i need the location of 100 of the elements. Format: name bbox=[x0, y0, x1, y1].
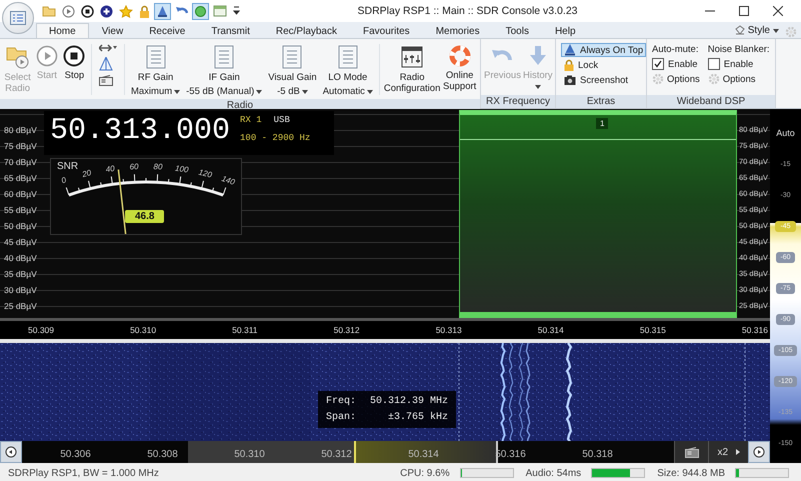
axis-label: 50.312 bbox=[320, 448, 353, 462]
tooltip-value: 50.312.39 MHz bbox=[370, 396, 448, 407]
axis-label: 50.318 bbox=[581, 448, 614, 462]
list-icon bbox=[281, 45, 304, 69]
ribbon-tab[interactable]: Transmit bbox=[198, 23, 263, 38]
lifebuoy-icon bbox=[448, 45, 471, 67]
window-icon bbox=[213, 5, 227, 17]
ribbon-tab[interactable]: Home bbox=[36, 23, 89, 38]
ribbon-tab[interactable]: Favourites bbox=[350, 23, 423, 38]
axis-label: 25 dBµV bbox=[4, 300, 38, 313]
gear-icon bbox=[708, 73, 720, 85]
check-icon bbox=[654, 60, 662, 68]
caret-icon bbox=[233, 5, 240, 17]
play-icon bbox=[36, 45, 58, 67]
axis-label: 50.310 bbox=[233, 448, 266, 462]
axis-label: 50.316 bbox=[742, 325, 768, 336]
ribbon-tab[interactable]: Receive bbox=[136, 23, 198, 38]
radio-configuration-button[interactable]: Radio Configuration bbox=[382, 42, 442, 96]
status-label: Size: 944.8 MB bbox=[657, 468, 725, 478]
split-arrow-icon bbox=[99, 43, 118, 53]
axis-label: 75 dBµV bbox=[4, 140, 38, 153]
scale-label: 120 bbox=[198, 168, 213, 180]
axis-label: 55 dBµV bbox=[4, 204, 38, 217]
snr-reading: 46.8 bbox=[125, 210, 164, 223]
options-button[interactable]: Options bbox=[708, 73, 770, 85]
ribbon-tab[interactable]: View bbox=[88, 23, 136, 38]
ribbon-tab[interactable]: Tools bbox=[492, 23, 542, 38]
maximize-icon bbox=[739, 6, 749, 16]
mode-label[interactable]: USB bbox=[274, 115, 290, 125]
ribbon-tab[interactable]: Memories bbox=[422, 23, 493, 38]
status-label: Audio: 54ms bbox=[526, 468, 582, 478]
play-back-icon bbox=[5, 446, 17, 458]
status-label: CPU: 9.6% bbox=[400, 468, 450, 478]
ribbon-tab[interactable]: Help bbox=[542, 23, 589, 38]
screenshot-button[interactable]: Screenshot bbox=[561, 73, 646, 87]
if-gain-dropdown[interactable]: IF Gain -55 dB (Manual) bbox=[183, 42, 266, 99]
axis-label: 50.311 bbox=[232, 325, 258, 336]
lock-icon bbox=[139, 4, 150, 18]
pin-icon bbox=[564, 44, 576, 56]
list-icon bbox=[10, 11, 26, 25]
lo-mode-dropdown[interactable]: LO Mode Automatic bbox=[320, 42, 376, 99]
axis-label: 30 dBµV bbox=[4, 284, 38, 297]
receiver-label: RX 1 bbox=[240, 115, 262, 125]
group-title: Extras bbox=[556, 95, 646, 108]
axis-label: 45 dBµV bbox=[4, 236, 38, 249]
always-on-top-toggle[interactable]: Always On Top bbox=[561, 43, 646, 57]
passband[interactable]: 1 bbox=[459, 110, 737, 318]
tooltip-label: Span: bbox=[326, 412, 356, 423]
lock-toggle[interactable]: Lock bbox=[561, 58, 646, 72]
section-label: Auto-mute: bbox=[652, 44, 700, 55]
frequency-display[interactable]: 50.313.000 bbox=[44, 111, 230, 151]
scale-label: 140 bbox=[220, 174, 236, 187]
checkbox[interactable] bbox=[652, 58, 664, 70]
axis-label: 50.314 bbox=[538, 325, 564, 336]
axis-label: 50.314 bbox=[407, 448, 440, 462]
axis-label: 50 dBµV bbox=[4, 220, 38, 233]
tool-button[interactable] bbox=[99, 43, 118, 53]
tooltip-label: Freq: bbox=[326, 396, 356, 407]
axis-label: 50.315 bbox=[640, 325, 666, 336]
caret-icon bbox=[534, 85, 541, 89]
circle-icon bbox=[194, 4, 207, 18]
ribbon-tab[interactable]: Rec/Playback bbox=[262, 23, 350, 38]
scroll-left-button[interactable] bbox=[0, 441, 22, 463]
online-support-button[interactable]: Online Support bbox=[441, 42, 478, 94]
radio-icon bbox=[99, 75, 114, 86]
axis-label: 50.310 bbox=[130, 325, 156, 336]
receiver-badge: 1 bbox=[596, 118, 608, 129]
app-menu-button[interactable] bbox=[2, 2, 34, 34]
axis-label: 35 dBµV bbox=[4, 268, 38, 281]
checkbox[interactable] bbox=[708, 58, 720, 70]
scroll-right-button[interactable] bbox=[748, 441, 770, 463]
star-icon bbox=[119, 4, 133, 18]
triangle-icon bbox=[99, 57, 114, 71]
group-title: Wideband DSP bbox=[647, 95, 775, 108]
toolbar-button[interactable] bbox=[98, 2, 115, 20]
rf-gain-dropdown[interactable]: RF Gain Maximum bbox=[128, 42, 184, 99]
gear-icon bbox=[652, 73, 664, 85]
toolbar-button[interactable] bbox=[154, 2, 171, 20]
axis-label: 50.309 bbox=[28, 325, 54, 336]
scale-label: 40 bbox=[105, 164, 116, 174]
folder-icon bbox=[42, 5, 56, 17]
visual-gain-dropdown[interactable]: Visual Gain -5 dB bbox=[265, 42, 320, 99]
caret-icon bbox=[366, 90, 373, 94]
usage-bar bbox=[591, 468, 646, 478]
options-button[interactable]: Options bbox=[652, 73, 700, 85]
status-text: SDRPlay RSP1, BW = 1.000 MHz bbox=[8, 468, 160, 478]
toolbar-button[interactable] bbox=[79, 2, 96, 20]
down-arrow-icon bbox=[528, 45, 547, 67]
stop-button[interactable]: Stop bbox=[60, 42, 88, 83]
style-menu[interactable]: Style bbox=[734, 23, 785, 38]
axis-label: 50.306 bbox=[59, 448, 92, 462]
auto-button[interactable]: Auto bbox=[776, 109, 795, 149]
axis-label: 80 dBµV bbox=[4, 124, 38, 137]
configuration-icon bbox=[401, 45, 424, 69]
axis-label: 70 dBµV bbox=[4, 156, 38, 169]
receiver-icon bbox=[684, 446, 699, 458]
folder-play-icon bbox=[6, 45, 30, 69]
scale-label: 60 bbox=[129, 162, 139, 172]
axis-label: 60 dBµV bbox=[4, 188, 38, 201]
lock-icon bbox=[564, 59, 574, 71]
